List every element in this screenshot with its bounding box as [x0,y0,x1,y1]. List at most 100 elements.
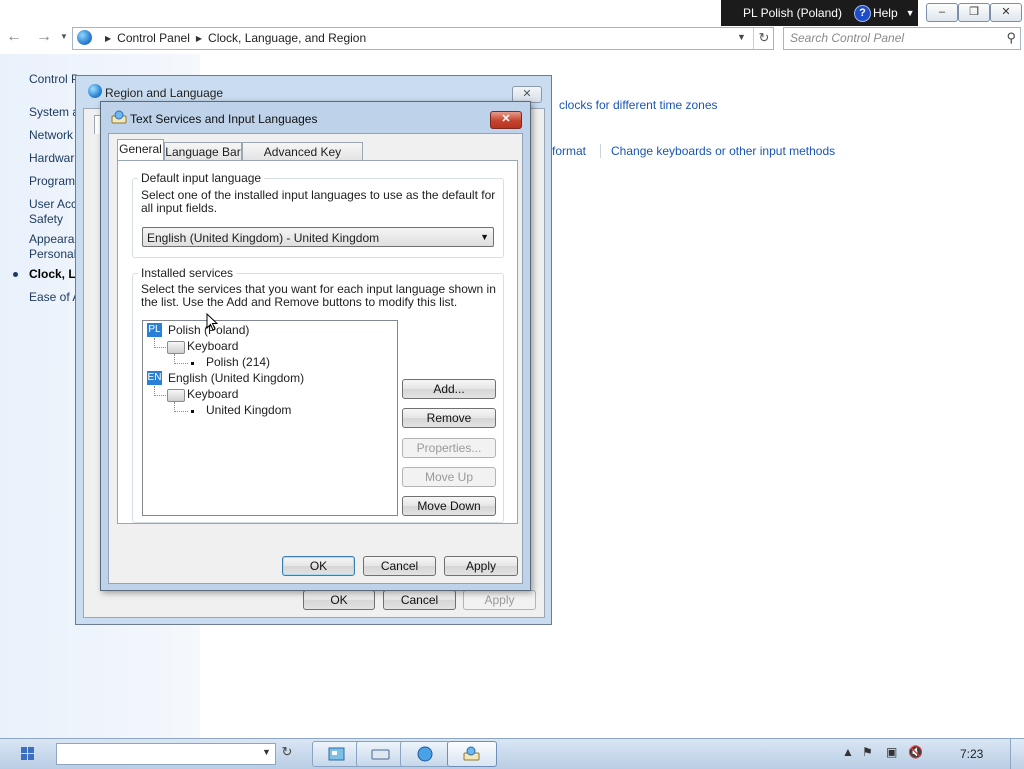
mouse-pointer-icon [206,313,218,331]
tree-line [154,395,166,396]
nav-user-accounts[interactable]: User Acc [29,197,75,211]
bullet-icon [191,410,194,413]
nav-personalization[interactable]: Personal [29,247,75,261]
dialog-title: Text Services and Input Languages [130,112,318,126]
control-panel-icon [328,747,345,761]
tree-node-layout[interactable]: Polish (214) [206,355,270,369]
refresh-icon[interactable]: ↻ [753,28,774,49]
help-label[interactable]: Help [873,6,898,20]
tree-line [154,347,166,348]
apply-button[interactable]: Apply [463,590,536,610]
cancel-button[interactable]: Cancel [363,556,436,576]
show-hidden-icons-icon[interactable]: ▲ [842,745,854,759]
taskbar-control-panel[interactable] [312,741,362,767]
show-desktop-button[interactable] [1010,739,1024,769]
back-arrow-icon[interactable]: ← [6,28,22,46]
recent-pages-chevron-icon[interactable]: ▼ [60,32,68,41]
keyboard-globe-icon [463,746,480,761]
current-item-bullet-icon [13,272,18,277]
tree-node-input-type[interactable]: Keyboard [187,339,238,353]
installed-services-tree[interactable]: PL Polish (Poland) Keyboard Polish (214)… [142,320,398,516]
close-window-button[interactable]: ✕ [990,3,1022,22]
taskbar: ▼ ↻ ▲ ⚑ ▣ 🔇 7:23 [0,738,1024,769]
taskbar-clock[interactable]: 7:23 [960,747,983,761]
nav-clock-language[interactable]: Clock, La [29,267,75,281]
ok-button[interactable]: OK [303,590,375,610]
nav-control-panel-home[interactable]: Control P [29,72,79,86]
breadcrumb-chevron-icon[interactable]: ▶ [105,34,111,43]
close-icon[interactable]: ✕ [490,111,522,129]
search-icon[interactable]: ⚲ [1006,30,1016,46]
ok-button[interactable]: OK [282,556,355,576]
language-flag-icon: EN [147,371,162,385]
breadcrumb-chevron-icon[interactable]: ▶ [196,34,202,43]
tree-node-language[interactable]: English (United Kingdom) [168,371,304,385]
nav-network[interactable]: Network [29,128,75,142]
nav-appearance[interactable]: Appearan [29,232,75,246]
keyboard-icon [371,749,390,760]
tree-node-input-type[interactable]: Keyboard [187,387,238,401]
selected-language: English (United Kingdom) - United Kingdo… [147,231,380,245]
action-center-flag-icon[interactable]: ⚑ [862,745,873,759]
tab-general[interactable]: General [117,139,164,160]
cancel-button[interactable]: Cancel [383,590,456,610]
language-flag-icon: PL [147,323,162,337]
nav-programs[interactable]: Program [29,174,75,188]
keyboard-icon [167,341,185,354]
tree-line [174,363,188,364]
nav-safety[interactable]: Safety [29,212,63,226]
link-clocks-time-zones[interactable]: clocks for different time zones [559,98,718,112]
general-tab-panel: Default input language Select one of the… [117,160,518,524]
address-bar[interactable]: ▶ Control Panel ▶ Clock, Language, and R… [72,27,774,50]
remove-button[interactable]: Remove [402,408,496,428]
langbar-options-icon[interactable]: ▼ [906,8,915,18]
nav-hardware[interactable]: Hardwar [29,151,75,165]
chevron-down-icon[interactable]: ▼ [262,747,271,757]
taskbar-text-services[interactable] [447,741,497,767]
network-icon[interactable]: ▣ [886,745,897,759]
minimize-button[interactable]: – [926,3,958,22]
dialog-title: Region and Language [105,86,224,100]
link-change-format[interactable]: format [552,144,586,158]
chevron-down-icon[interactable]: ▼ [480,232,489,242]
tab-advanced-key-settings[interactable]: Advanced Key Settings [242,142,363,177]
default-language-select[interactable]: English (United Kingdom) - United Kingdo… [142,227,494,247]
apply-button[interactable]: Apply [444,556,518,576]
help-icon[interactable]: ? [853,4,871,22]
language-indicator[interactable]: PL Polish (Poland) [721,6,842,20]
control-panel-icon [77,30,92,45]
breadcrumb-control-panel[interactable]: Control Panel [117,31,190,45]
search-input[interactable]: Search Control Panel ⚲ [783,27,1021,50]
tab-language-bar[interactable]: Language Bar [164,142,242,160]
group-label: Default input language [138,171,265,185]
breadcrumb-clock-language-region[interactable]: Clock, Language, and Region [208,31,366,45]
globe-icon [417,746,433,762]
nav-ease-of-access[interactable]: Ease of A [29,290,75,304]
tree-node-layout[interactable]: United Kingdom [206,403,291,417]
tree-line [174,411,188,412]
language-bar[interactable]: PL Polish (Poland) ? Help ▼ [721,0,918,26]
group-description: Select the services that you want for ea… [141,282,496,309]
taskbar-address-input[interactable]: ▼ [56,743,276,765]
address-dropdown-icon[interactable]: ▼ [737,32,746,42]
move-up-button[interactable]: Move Up [402,467,496,487]
taskbar-region-language[interactable] [400,741,450,767]
link-divider [600,144,601,158]
taskbar-keyboard[interactable] [356,741,406,767]
volume-muted-icon[interactable]: 🔇 [908,745,923,759]
move-down-button[interactable]: Move Down [402,496,496,516]
nav-system[interactable]: System a [29,105,75,119]
link-change-keyboards[interactable]: Change keyboards or other input methods [611,144,835,158]
properties-button[interactable]: Properties... [402,438,496,458]
globe-icon [88,84,102,98]
forward-arrow-icon[interactable]: → [36,28,52,46]
bullet-icon [191,362,194,365]
refresh-icon[interactable]: ↻ [278,744,296,762]
restore-button[interactable]: ❐ [958,3,990,22]
group-label: Installed services [138,266,237,280]
breadcrumb: ▶ Control Panel ▶ Clock, Language, and R… [99,31,366,45]
keyboard-icon [167,389,185,402]
start-button[interactable] [6,742,48,766]
add-button[interactable]: Add... [402,379,496,399]
search-placeholder: Search Control Panel [790,31,905,45]
